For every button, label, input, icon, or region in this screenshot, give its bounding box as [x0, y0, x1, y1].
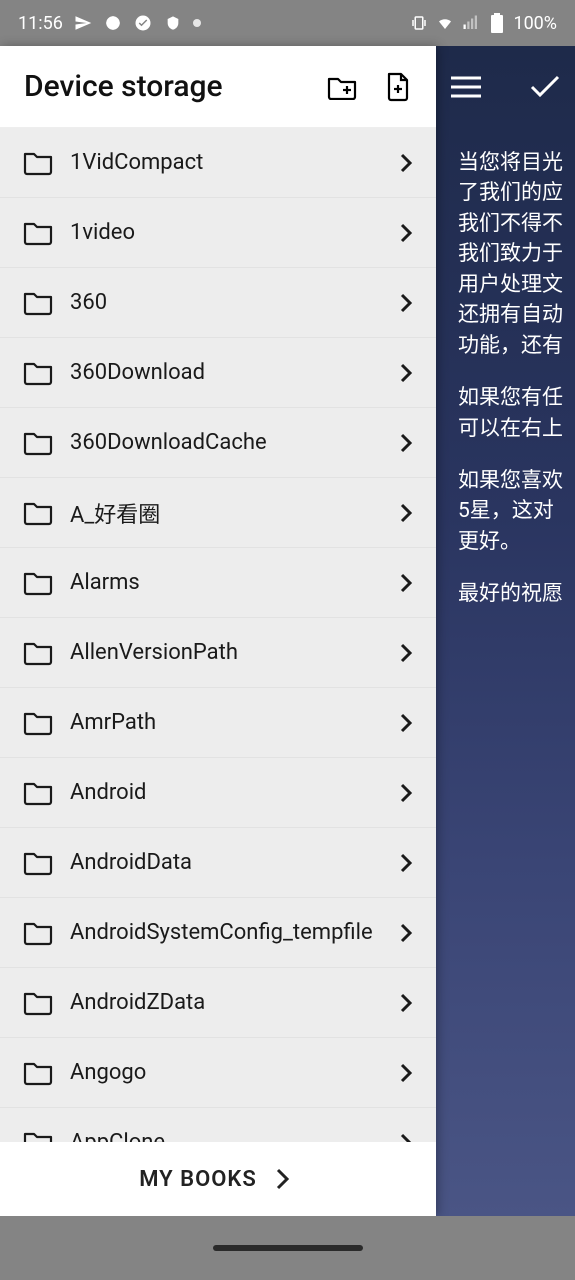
- battery-icon: [487, 13, 507, 33]
- shield-icon: [163, 13, 183, 33]
- folder-name: Alarms: [70, 570, 392, 595]
- folder-item[interactable]: 1video: [0, 198, 436, 268]
- folder-item[interactable]: Android: [0, 758, 436, 828]
- chevron-right-icon: [392, 639, 420, 667]
- status-bar: 11:56: [0, 0, 575, 46]
- app-bar: Device storage: [0, 46, 436, 128]
- folder-item[interactable]: AmrPath: [0, 688, 436, 758]
- folder-item[interactable]: Alarms: [0, 548, 436, 618]
- signal-icon: [461, 13, 481, 33]
- nav-pill-icon[interactable]: [213, 1245, 363, 1251]
- battery-percent: 100%: [513, 13, 557, 34]
- chevron-right-icon: [392, 779, 420, 807]
- folder-name: A_好看圈: [70, 497, 392, 529]
- location-icon: [103, 13, 123, 33]
- folder-icon: [22, 357, 54, 389]
- folder-name: Android: [70, 780, 392, 805]
- chevron-right-icon: [392, 919, 420, 947]
- folder-item[interactable]: 1VidCompact: [0, 128, 436, 198]
- folder-icon: [22, 217, 54, 249]
- system-nav-bar[interactable]: [0, 1216, 575, 1280]
- folder-item[interactable]: AndroidSystemConfig_tempfile: [0, 898, 436, 968]
- file-browser-panel: Device storage 1VidCompact 1video 360 360Do…: [0, 46, 436, 1216]
- page-title: Device storage: [24, 69, 310, 104]
- reader-background: 当您将目光 了我们的应 我们不得不 我们致力于 用户处理文 还拥有自动 功能，还…: [436, 46, 575, 1216]
- folder-name: AndroidData: [70, 850, 392, 875]
- folder-icon: [22, 497, 54, 529]
- more-dot-icon: [193, 19, 201, 27]
- chevron-right-icon: [392, 289, 420, 317]
- chevron-right-icon: [392, 849, 420, 877]
- chevron-right-icon: [392, 219, 420, 247]
- chevron-right-icon: [392, 989, 420, 1017]
- folder-icon: [22, 287, 54, 319]
- folder-name: Angogo: [70, 1060, 392, 1085]
- chevron-right-icon: [392, 429, 420, 457]
- folder-item[interactable]: 360DownloadCache: [0, 408, 436, 478]
- chevron-right-icon: [392, 359, 420, 387]
- folder-name: 360DownloadCache: [70, 430, 392, 455]
- new-folder-button[interactable]: [318, 63, 366, 111]
- folder-name: 360Download: [70, 360, 392, 385]
- chevron-right-icon: [392, 499, 420, 527]
- menu-icon[interactable]: [448, 69, 484, 105]
- confirm-icon[interactable]: [527, 69, 563, 105]
- wifi-icon: [435, 13, 455, 33]
- status-right: 100%: [409, 13, 557, 34]
- folder-item[interactable]: AndroidData: [0, 828, 436, 898]
- folder-name: AndroidZData: [70, 990, 392, 1015]
- folder-icon: [22, 1057, 54, 1089]
- folder-name: AndroidSystemConfig_tempfile: [70, 920, 392, 945]
- folder-name: AllenVersionPath: [70, 640, 392, 665]
- folder-icon: [22, 567, 54, 599]
- chevron-right-icon: [392, 569, 420, 597]
- folder-icon: [22, 847, 54, 879]
- chevron-right-icon: [392, 1059, 420, 1087]
- folder-icon: [22, 147, 54, 179]
- folder-item[interactable]: Angogo: [0, 1038, 436, 1108]
- chevron-right-icon: [392, 709, 420, 737]
- folder-item[interactable]: 360Download: [0, 338, 436, 408]
- folder-name: 1VidCompact: [70, 150, 392, 175]
- my-books-button[interactable]: MY BOOKS: [0, 1142, 436, 1216]
- folder-icon: [22, 637, 54, 669]
- check-circle-icon: [133, 13, 153, 33]
- folder-list[interactable]: 1VidCompact 1video 360 360Download 360Downlo…: [0, 128, 436, 1216]
- folder-icon: [22, 707, 54, 739]
- folder-item[interactable]: AndroidZData: [0, 968, 436, 1038]
- my-books-label: MY BOOKS: [139, 1167, 257, 1192]
- folder-name: 1video: [70, 220, 392, 245]
- folder-item[interactable]: 360: [0, 268, 436, 338]
- new-file-button[interactable]: [374, 63, 422, 111]
- folder-icon: [22, 427, 54, 459]
- reader-text: 当您将目光 了我们的应 我们不得不 我们致力于 用户处理文 还拥有自动 功能，还…: [436, 128, 575, 632]
- folder-item[interactable]: AllenVersionPath: [0, 618, 436, 688]
- chevron-right-icon: [392, 149, 420, 177]
- folder-icon: [22, 987, 54, 1019]
- folder-icon: [22, 777, 54, 809]
- vibrate-icon: [409, 13, 429, 33]
- folder-icon: [22, 917, 54, 949]
- folder-name: 360: [70, 290, 392, 315]
- send-icon: [73, 13, 93, 33]
- status-time: 11:56: [18, 13, 63, 34]
- status-left: 11:56: [18, 13, 201, 34]
- folder-item[interactable]: A_好看圈: [0, 478, 436, 548]
- chevron-right-icon: [269, 1165, 297, 1193]
- folder-name: AmrPath: [70, 710, 392, 735]
- reader-topbar: [436, 46, 575, 128]
